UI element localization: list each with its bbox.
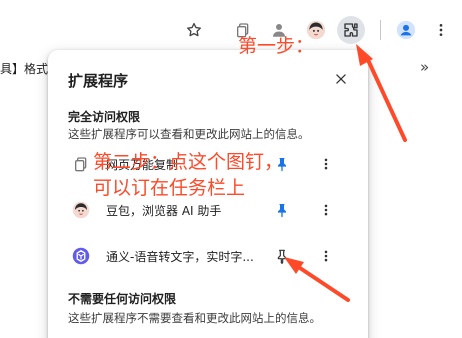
star-icon — [187, 22, 201, 37]
pin-filled-icon — [278, 204, 286, 218]
toolbar-divider — [380, 20, 381, 40]
section-title-no-access: 不需要任何访问权限 — [68, 292, 177, 306]
close-button[interactable] — [330, 68, 352, 90]
browser-menu-button[interactable] — [427, 16, 455, 44]
panel-title: 扩展程序 — [68, 72, 129, 90]
pin-button[interactable] — [272, 246, 292, 266]
bookmarks-overflow-button[interactable]: » — [420, 58, 429, 76]
kebab-menu-icon — [324, 158, 328, 170]
section-title-full-access: 完全访问权限 — [68, 110, 141, 124]
extension-more-button[interactable] — [316, 200, 336, 220]
extensions-puzzle-button[interactable] — [337, 16, 365, 44]
pin-button[interactable] — [272, 200, 292, 220]
kebab-menu-icon — [324, 204, 328, 216]
profile-avatar-icon — [396, 20, 416, 40]
pin-outline-icon — [277, 249, 287, 264]
kebab-menu-icon — [324, 250, 328, 262]
extension-more-button[interactable] — [316, 246, 336, 266]
kebab-menu-icon — [439, 24, 443, 36]
copy-icon — [72, 155, 90, 173]
profile-button[interactable] — [392, 16, 420, 44]
annotation-step2-line2: 可以订在任务栏上 — [93, 177, 246, 199]
section-desc-full-access: 这些扩展程序可以查看和更改此网站上的信息。 — [68, 127, 310, 141]
bookmark-item[interactable]: 具】格式 — [0, 60, 48, 77]
extension-more-button[interactable] — [316, 154, 336, 174]
extension-name: 豆包，浏览器 AI 助手 — [106, 204, 222, 218]
close-icon — [336, 74, 346, 84]
section-desc-no-access: 这些扩展程序不需要查看和更改此网站上的信息。 — [68, 311, 321, 325]
tongyi-logo-icon — [72, 247, 90, 265]
extension-name: 通义-语音转文字，实时字... — [106, 250, 254, 264]
bookmark-star-button[interactable] — [180, 16, 208, 44]
doubao-avatar-icon — [72, 201, 90, 219]
annotation-step1: 第一步： — [238, 35, 315, 57]
annotation-step2-line1: 第二步：点这个图钉， — [93, 151, 284, 173]
puzzle-icon — [344, 23, 358, 37]
extension-row[interactable]: 通义-语音转文字，实时字... — [48, 238, 368, 274]
browser-toolbar — [0, 0, 462, 56]
